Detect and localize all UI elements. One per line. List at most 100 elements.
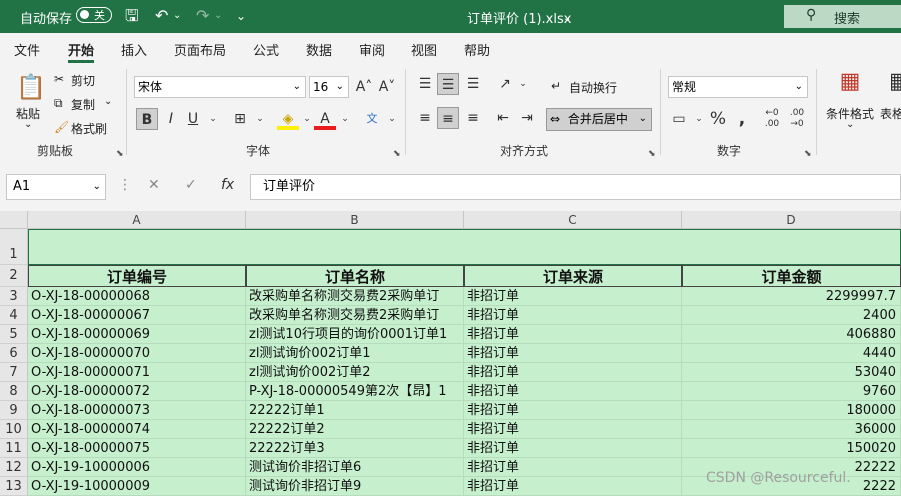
row-header[interactable]: 7: [0, 363, 28, 382]
header-cell-order-no[interactable]: 订单编号: [28, 265, 246, 287]
header-cell-order-name[interactable]: 订单名称: [246, 265, 464, 287]
cell-order-name[interactable]: 22222订单2: [246, 420, 464, 439]
autosave-toggle[interactable]: 关: [76, 7, 112, 23]
name-box[interactable]: A1 ⌄: [6, 174, 106, 200]
cell-order-source[interactable]: 非招订单: [464, 306, 682, 325]
table-format-icon[interactable]: ▦: [889, 71, 901, 101]
number-launcher-icon[interactable]: ⬊: [804, 149, 812, 159]
cell-order-source[interactable]: 非招订单: [464, 439, 682, 458]
cell-order-name[interactable]: zl测试10行项目的询价0001订单1: [246, 325, 464, 344]
row-header[interactable]: 6: [0, 344, 28, 363]
cell-order-amount[interactable]: 406880: [682, 325, 901, 344]
formula-input[interactable]: 订单评价: [250, 174, 901, 200]
cell-order-source[interactable]: 非招订单: [464, 287, 682, 306]
cell-order-amount[interactable]: 150020: [682, 439, 901, 458]
cell-order-no[interactable]: O-XJ-18-00000074: [28, 420, 246, 439]
tab-formulas[interactable]: 公式: [253, 40, 279, 59]
column-header-b[interactable]: B: [246, 211, 464, 229]
wrap-text-icon[interactable]: ↵: [551, 79, 561, 93]
insert-function-icon[interactable]: fx: [221, 177, 234, 193]
row-header[interactable]: 13: [0, 477, 28, 496]
font-color-dropdown-icon[interactable]: ⌄: [334, 108, 356, 130]
cell-order-amount[interactable]: 180000: [682, 401, 901, 420]
cell-order-no[interactable]: O-XJ-18-00000067: [28, 306, 246, 325]
align-bottom-icon[interactable]: ☰: [462, 73, 484, 95]
borders-dropdown-icon[interactable]: ⌄: [249, 108, 271, 130]
cell-order-name[interactable]: zl测试询价002订单2: [246, 363, 464, 382]
accounting-format-icon[interactable]: ▭: [668, 108, 690, 130]
phonetic-dropdown-icon[interactable]: ⌄: [381, 108, 403, 130]
percent-style-icon[interactable]: %: [707, 108, 729, 130]
increase-decimal-icon[interactable]: ←0.00: [761, 108, 783, 130]
copy-button[interactable]: 复制: [71, 96, 95, 113]
cell-order-no[interactable]: O-XJ-18-00000072: [28, 382, 246, 401]
header-cell-order-amount[interactable]: 订单金额: [682, 265, 901, 287]
redo-dropdown-icon[interactable]: ⌄: [214, 6, 222, 26]
align-top-icon[interactable]: ☰: [414, 73, 436, 95]
cell-order-source[interactable]: 非招订单: [464, 401, 682, 420]
format-painter-icon[interactable]: 🖌: [54, 120, 69, 134]
cell-order-amount[interactable]: 9760: [682, 382, 901, 401]
cell-order-no[interactable]: O-XJ-18-00000075: [28, 439, 246, 458]
decrease-font-size-icon[interactable]: A˅: [376, 76, 398, 98]
row-header[interactable]: 9: [0, 401, 28, 420]
cell-order-name[interactable]: 测试询价非招订单9: [246, 477, 464, 496]
cell-order-no[interactable]: O-XJ-18-00000070: [28, 344, 246, 363]
cell-order-source[interactable]: 非招订单: [464, 325, 682, 344]
paste-icon[interactable]: 📋: [16, 71, 46, 103]
table-format-button[interactable]: 表格格: [880, 105, 901, 122]
header-cell-order-source[interactable]: 订单来源: [464, 265, 682, 287]
merge-center-button[interactable]: ⇔ 合并后居中 ⌄: [546, 108, 652, 131]
phonetic-guide-icon[interactable]: 文: [361, 108, 383, 130]
title-dropdown-icon[interactable]: ⌄: [563, 9, 571, 29]
select-all-corner[interactable]: [0, 211, 28, 229]
customize-toolbar-icon[interactable]: ⌄: [236, 6, 246, 26]
cell-order-source[interactable]: 非招订单: [464, 363, 682, 382]
column-header-c[interactable]: C: [464, 211, 682, 229]
underline-dropdown-icon[interactable]: ⌄: [202, 108, 224, 130]
cell-order-no[interactable]: O-XJ-19-10000009: [28, 477, 246, 496]
cell-order-name[interactable]: 22222订单1: [246, 401, 464, 420]
number-format-select[interactable]: 常规 ⌄: [668, 76, 808, 98]
tab-home[interactable]: 开始: [68, 40, 94, 59]
cell-order-name[interactable]: 改采购单名称测交易费2采购单订: [246, 287, 464, 306]
tab-data[interactable]: 数据: [306, 40, 332, 59]
redo-icon[interactable]: ↷: [196, 6, 209, 26]
cell-order-name[interactable]: P-XJ-18-00000549第2次【昂】1: [246, 382, 464, 401]
undo-icon[interactable]: ↶: [155, 6, 168, 26]
tab-file[interactable]: 文件: [14, 40, 40, 59]
row-header[interactable]: 8: [0, 382, 28, 401]
font-size-select[interactable]: 16 ⌄: [309, 76, 349, 98]
alignment-launcher-icon[interactable]: ⬊: [648, 149, 656, 159]
cell-order-amount[interactable]: 53040: [682, 363, 901, 382]
orientation-dropdown-icon[interactable]: ⌄: [512, 73, 534, 95]
cancel-icon[interactable]: ✕: [148, 177, 160, 193]
cut-icon[interactable]: ✂: [54, 72, 64, 86]
bold-button[interactable]: B: [136, 108, 158, 130]
row-header[interactable]: 2: [0, 265, 28, 287]
row-header[interactable]: 12: [0, 458, 28, 477]
cell-order-amount[interactable]: 36000: [682, 420, 901, 439]
copy-icon[interactable]: ⧉: [54, 96, 63, 111]
tab-help[interactable]: 帮助: [464, 40, 490, 59]
align-left-icon[interactable]: ≡: [414, 107, 436, 129]
align-center-icon[interactable]: ≡: [437, 107, 459, 129]
italic-button[interactable]: I: [160, 108, 182, 130]
cell-order-name[interactable]: 改采购单名称测交易费2采购单订: [246, 306, 464, 325]
align-right-icon[interactable]: ≡: [462, 107, 484, 129]
cell-order-name[interactable]: 22222订单3: [246, 439, 464, 458]
cut-button[interactable]: 剪切: [71, 72, 95, 89]
cell-order-no[interactable]: O-XJ-18-00000068: [28, 287, 246, 306]
clipboard-launcher-icon[interactable]: ⬊: [116, 149, 124, 159]
merged-title-cell[interactable]: [28, 229, 901, 265]
comma-style-icon[interactable]: ,: [731, 108, 753, 130]
cell-order-no[interactable]: O-XJ-18-00000069: [28, 325, 246, 344]
enter-icon[interactable]: ✓: [185, 177, 197, 193]
font-launcher-icon[interactable]: ⬊: [393, 149, 401, 159]
underline-button[interactable]: U: [182, 108, 204, 130]
font-color-icon[interactable]: A: [314, 108, 336, 130]
row-header[interactable]: 5: [0, 325, 28, 344]
borders-icon[interactable]: ⊞: [229, 108, 251, 130]
cell-order-name[interactable]: zl测试询价002订单1: [246, 344, 464, 363]
undo-dropdown-icon[interactable]: ⌄: [173, 6, 181, 26]
